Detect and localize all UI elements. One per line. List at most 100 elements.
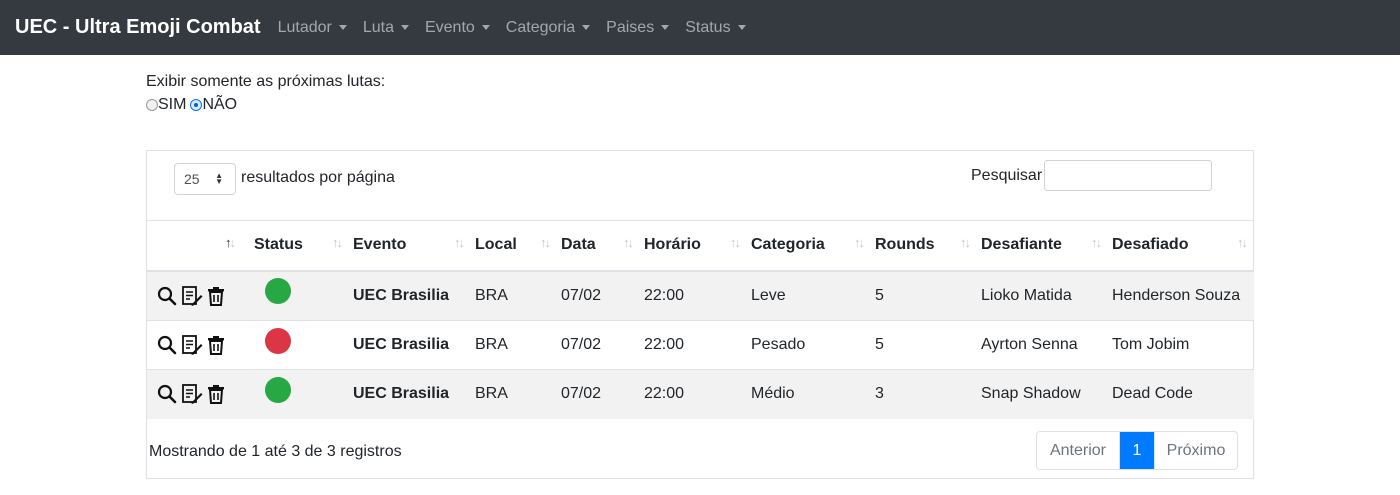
- brand-title[interactable]: UEC - Ultra Emoji Combat: [15, 16, 261, 39]
- cell-desafiado: Henderson Souza: [1108, 270, 1254, 321]
- cell-local: BRA: [471, 369, 557, 419]
- nav-lutador[interactable]: Lutador: [278, 19, 347, 37]
- nav-paises-label: Paises: [606, 18, 655, 36]
- col-desafiado[interactable]: Desafiado ↑↓: [1108, 220, 1254, 272]
- cell-desafiado: Dead Code: [1108, 369, 1254, 419]
- chevron-down-icon: [400, 25, 409, 30]
- page-length-select[interactable]: 25 ▲ ▼: [174, 163, 236, 195]
- pagination-previous[interactable]: Anterior: [1037, 432, 1120, 469]
- pagination-page-1[interactable]: 1: [1120, 432, 1154, 469]
- radio-sim-label[interactable]: SIM: [158, 96, 186, 114]
- edit-icon[interactable]: [181, 383, 203, 405]
- fights-table: ↑↓ Status ↑↓ Evento ↑↓ Local ↑↓ Data ↑↓ Horá…: [147, 220, 1254, 419]
- cell-desafiante: Snap Shadow: [977, 369, 1108, 419]
- chevron-down-icon: [481, 25, 490, 30]
- nav-evento[interactable]: Evento: [425, 19, 490, 37]
- cell-evento: UEC Brasilia: [349, 369, 471, 419]
- col-categoria[interactable]: Categoria ↑↓: [747, 220, 871, 272]
- radio-nao-label[interactable]: NÃO: [202, 96, 237, 114]
- col-categoria-label: Categoria: [751, 236, 825, 254]
- sort-icon: ↑↓: [454, 235, 465, 250]
- search-input[interactable]: [1044, 160, 1212, 191]
- row-actions: [147, 369, 242, 419]
- row-status: [242, 320, 349, 370]
- cell-desafiante: Lioko Matida: [977, 270, 1108, 321]
- cell-evento: UEC Brasilia: [349, 320, 471, 370]
- nav-evento-label: Evento: [424, 18, 475, 36]
- chevron-down-icon: [661, 25, 670, 30]
- delete-icon[interactable]: [207, 286, 225, 306]
- cell-categoria: Pesado: [747, 320, 871, 370]
- table-row: UEC Brasilia BRA 07/02 22:00 Médio 3 Snap Shad…: [147, 369, 1254, 419]
- cell-rounds: 5: [871, 320, 977, 370]
- table-row: UEC Brasilia BRA 07/02 22:00 Pesado 5 Ayrton S…: [147, 320, 1254, 370]
- filter-radio-group: SIM NÃO: [146, 96, 237, 114]
- view-icon[interactable]: [157, 286, 177, 306]
- view-icon[interactable]: [157, 335, 177, 355]
- row-actions: [147, 320, 242, 370]
- edit-icon[interactable]: [181, 334, 203, 356]
- nav-lutador-label: Lutador: [277, 18, 332, 36]
- sort-icon: ↑↓: [854, 235, 865, 250]
- delete-icon[interactable]: [207, 384, 225, 405]
- cell-categoria: Leve: [747, 270, 871, 321]
- radio-nao[interactable]: [190, 99, 203, 111]
- cell-horario: 22:00: [640, 369, 747, 419]
- nav-status-label: Status: [685, 18, 731, 36]
- col-desafiante-label: Desafiante: [981, 236, 1062, 254]
- cell-categoria: Médio: [747, 369, 871, 419]
- pagination-next[interactable]: Próximo: [1154, 432, 1237, 469]
- chevron-down-icon: [582, 25, 591, 30]
- radio-sim[interactable]: [146, 99, 158, 111]
- row-actions: [147, 270, 242, 321]
- view-icon[interactable]: [157, 384, 177, 404]
- col-data-label: Data: [561, 236, 596, 254]
- sort-icon: ↑↓: [540, 235, 551, 250]
- col-local[interactable]: Local ↑↓: [471, 220, 557, 272]
- select-arrows-icon: ▲ ▼: [215, 171, 223, 186]
- search-label: Pesquisar: [971, 167, 1043, 184]
- nav-luta-label: Luta: [362, 18, 394, 36]
- col-local-label: Local: [475, 236, 517, 254]
- chevron-down-icon: [737, 25, 746, 30]
- page-length-value: 25: [184, 171, 200, 187]
- sort-icon: ↑↓: [225, 235, 236, 250]
- sort-icon: ↑↓: [730, 235, 741, 250]
- delete-icon[interactable]: [207, 335, 225, 355]
- cell-desafiado: Tom Jobim: [1108, 320, 1254, 370]
- col-data[interactable]: Data ↑↓: [557, 220, 640, 272]
- table-info: Mostrando de 1 até 3 de 3 registros: [149, 443, 402, 460]
- nav-status[interactable]: Status: [685, 18, 746, 37]
- table-header-row: ↑↓ Status ↑↓ Evento ↑↓ Local ↑↓ Data ↑↓ Horá…: [147, 220, 1254, 272]
- col-horario-label: Horário: [644, 236, 701, 254]
- col-status[interactable]: Status ↑↓: [242, 220, 349, 272]
- status-indicator: [265, 376, 291, 403]
- col-desafiante[interactable]: Desafiante ↑↓: [977, 220, 1108, 272]
- nav-categoria[interactable]: Categoria: [506, 19, 591, 37]
- sort-icon: ↑↓: [332, 235, 343, 250]
- sort-icon: ↑↓: [1091, 235, 1102, 250]
- table-row: UEC Brasilia BRA 07/02 22:00 Leve 5 Lioko Mati…: [147, 270, 1254, 321]
- pagination: Anterior 1 Próximo: [1036, 431, 1238, 470]
- col-rounds[interactable]: Rounds ↑↓: [871, 220, 977, 272]
- cell-local: BRA: [471, 320, 557, 370]
- status-indicator: [265, 278, 291, 305]
- cell-data: 07/02: [557, 270, 640, 321]
- cell-local: BRA: [471, 270, 557, 321]
- fights-table-card: 25 ▲ ▼ resultados por página Pesquisar ↑↓…: [146, 150, 1254, 479]
- col-desafiado-label: Desafiado: [1112, 236, 1189, 254]
- sort-icon: ↑↓: [623, 235, 634, 250]
- filter-label: Exibir somente as próximas lutas:: [146, 73, 386, 90]
- cell-rounds: 5: [871, 270, 977, 321]
- nav-paises[interactable]: Paises: [606, 18, 670, 37]
- sort-icon: ↑↓: [960, 235, 971, 250]
- navbar: UEC - Ultra Emoji Combat Lutador Luta Ev…: [0, 0, 1400, 55]
- col-actions[interactable]: ↑↓: [147, 220, 242, 272]
- cell-rounds: 3: [871, 369, 977, 419]
- col-horario[interactable]: Horário ↑↓: [640, 220, 747, 272]
- col-evento-label: Evento: [353, 236, 407, 254]
- edit-icon[interactable]: [181, 285, 203, 307]
- sort-icon: ↑↓: [1237, 235, 1248, 250]
- col-evento[interactable]: Evento ↑↓: [349, 220, 471, 272]
- nav-luta[interactable]: Luta: [363, 19, 409, 37]
